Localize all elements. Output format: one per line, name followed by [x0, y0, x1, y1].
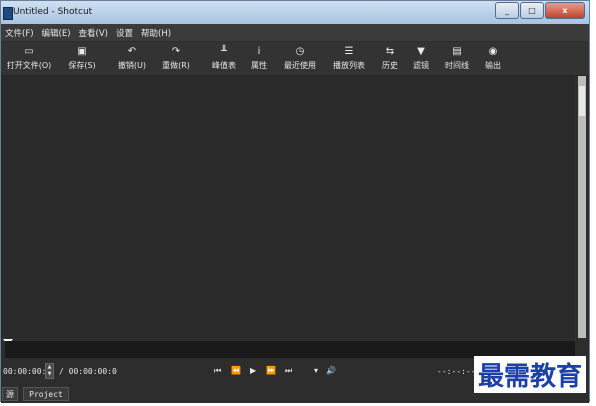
play-icon[interactable]: ▶ — [250, 366, 256, 375]
menu-view[interactable]: 查看(V) — [79, 27, 108, 39]
export-icon: ◉ — [488, 46, 498, 57]
undo-label: 撤销(U) — [117, 61, 147, 70]
filter-label: 滤镜 — [413, 61, 429, 70]
filter-icon: ▼ — [417, 46, 425, 57]
save-label: 保存(S) — [68, 61, 96, 70]
playlist-label: 播放列表 — [333, 61, 365, 70]
export-label: 输出 — [485, 61, 501, 70]
close-button[interactable]: x — [545, 2, 585, 19]
menu-help[interactable]: 帮助(H) — [141, 27, 171, 39]
vertical-scrollbar[interactable] — [578, 76, 586, 338]
clock-icon: ◷ — [295, 46, 305, 57]
duration-timecode: / 00:00:00:0 — [59, 367, 117, 376]
properties-label: 属性 — [251, 61, 267, 70]
timeline-button[interactable]: ▤ 时间线 — [442, 42, 472, 75]
recent-button[interactable]: ◷ 最近使用 — [280, 42, 320, 75]
timeline-icon: ▤ — [452, 46, 462, 57]
watermark-text: 最需教育 — [474, 356, 587, 393]
redo-button[interactable]: ↷ 重做(R) — [158, 42, 194, 75]
redo-icon: ↷ — [171, 46, 181, 57]
maximize-button[interactable]: □ — [520, 2, 544, 19]
stepper-down-icon[interactable]: ▼ — [46, 371, 53, 378]
undo-button[interactable]: ↶ 撤销(U) — [114, 42, 150, 75]
save-button[interactable]: ▣ 保存(S) — [63, 42, 101, 75]
recent-label: 最近使用 — [284, 61, 316, 70]
rewind-icon[interactable]: ⏪ — [231, 366, 241, 375]
save-icon: ▣ — [77, 46, 87, 57]
playlist-button[interactable]: ☰ 播放列表 — [329, 42, 369, 75]
history-button[interactable]: ⇆ 历史 — [378, 42, 402, 75]
video-viewer[interactable] — [1, 76, 575, 338]
peak-meter-label: 峰值表 — [212, 61, 236, 70]
menu-edit[interactable]: 编辑(E) — [42, 27, 71, 39]
title-bar: Untitled - Shotcut _ □ x — [1, 1, 589, 24]
tab-project[interactable]: Project — [23, 387, 69, 401]
properties-button[interactable]: i 属性 — [247, 42, 271, 75]
scrollbar-thumb[interactable] — [579, 86, 585, 116]
playlist-icon: ☰ — [344, 46, 354, 57]
open-icon: ▭ — [24, 46, 34, 57]
redo-label: 重做(R) — [162, 61, 190, 70]
tab-source[interactable]: 源 — [2, 387, 18, 401]
filter-button[interactable]: ▼ 滤镜 — [409, 42, 433, 75]
position-timecode[interactable]: 00:00:00:( — [3, 367, 51, 376]
info-icon: i — [257, 46, 261, 57]
volume-dropdown-icon[interactable]: ▾ — [314, 366, 318, 375]
history-label: 历史 — [382, 61, 398, 70]
shotcut-app-icon — [3, 7, 13, 20]
undo-icon: ↶ — [127, 46, 137, 57]
open-file-button[interactable]: ▭ 打开文件(O) — [3, 42, 55, 75]
window-title: Untitled - Shotcut — [13, 7, 93, 17]
export-button[interactable]: ◉ 输出 — [481, 42, 505, 75]
timeline-label: 时间线 — [445, 61, 469, 70]
peak-meter-icon: ╨ — [220, 46, 228, 57]
peak-meter-button[interactable]: ╨ 峰值表 — [208, 42, 240, 75]
skip-to-start-icon[interactable]: ⏮ — [214, 366, 221, 376]
minimize-button[interactable]: _ — [495, 2, 519, 19]
main-window: Untitled - Shotcut _ □ x 文件(F) 编辑(E) 查看(… — [0, 0, 590, 403]
skip-to-end-icon[interactable]: ⏭ — [285, 366, 292, 376]
position-stepper[interactable]: ▲ ▼ — [45, 363, 54, 379]
stepper-up-icon[interactable]: ▲ — [46, 364, 53, 371]
volume-icon[interactable]: 🔊 — [326, 366, 336, 375]
menu-bar: 文件(F) 编辑(E) 查看(V) 设置 帮助(H) — [1, 24, 589, 41]
fast-forward-icon[interactable]: ⏩ — [266, 366, 276, 375]
menu-settings[interactable]: 设置 — [116, 27, 133, 39]
menu-file[interactable]: 文件(F) — [5, 27, 34, 39]
main-toolbar: ▭ 打开文件(O) ▣ 保存(S) ↶ 撤销(U) ↷ 重做(R) ╨ 峰值表 … — [1, 42, 589, 76]
history-icon: ⇆ — [385, 46, 395, 57]
open-file-label: 打开文件(O) — [6, 61, 52, 70]
